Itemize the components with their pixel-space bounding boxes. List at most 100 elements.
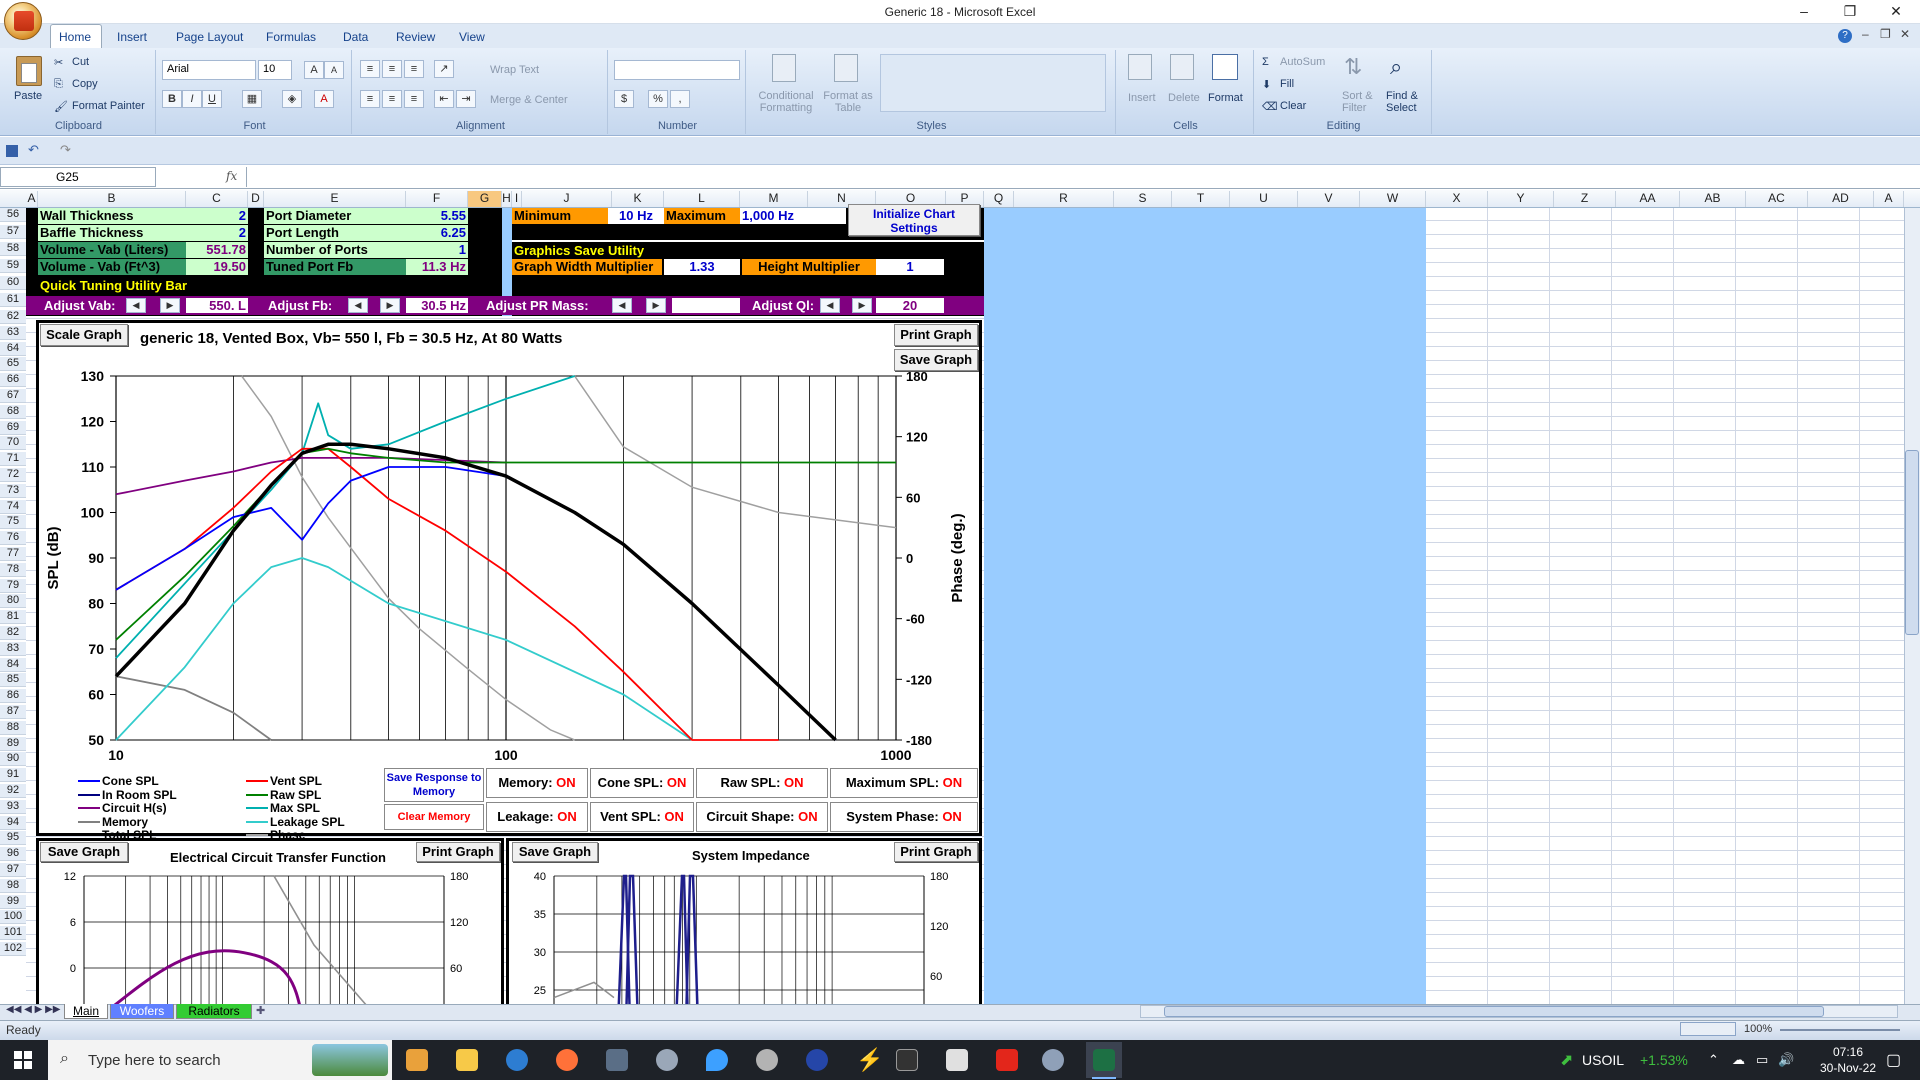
network-icon[interactable]: ▭	[1756, 1052, 1768, 1068]
column-header-y[interactable]: Y	[1488, 191, 1554, 207]
column-header-a[interactable]: A	[1874, 191, 1904, 207]
cut-icon[interactable]: ✂	[54, 56, 63, 69]
row-header[interactable]: 69	[0, 420, 26, 435]
column-header-aa[interactable]: AA	[1616, 191, 1680, 207]
volume-icon[interactable]: 🔊	[1778, 1052, 1794, 1068]
row-header[interactable]: 71	[0, 452, 26, 467]
toggle-button[interactable]: Leakage: ON	[486, 802, 588, 832]
notification-icon[interactable]: ▢	[1886, 1050, 1901, 1070]
column-header-z[interactable]: Z	[1554, 191, 1616, 207]
clock-date[interactable]: 30-Nov-22	[1812, 1061, 1884, 1075]
fb-left-arrow-icon[interactable]: ◀	[348, 298, 368, 313]
column-header-d[interactable]: D	[248, 191, 264, 207]
port-length-value[interactable]: 6.25	[406, 225, 468, 241]
clock-time[interactable]: 07:16	[1818, 1045, 1878, 1059]
row-header[interactable]: 60	[0, 276, 26, 290]
format-icon[interactable]	[1212, 54, 1238, 80]
borders-icon[interactable]: ▦	[242, 90, 262, 108]
toggle-button[interactable]: Circuit Shape: ON	[696, 802, 828, 832]
imp-save-button[interactable]: Save Graph	[512, 842, 598, 862]
format-as-table-icon[interactable]	[834, 54, 858, 82]
row-header[interactable]: 101	[0, 926, 26, 941]
fill-button[interactable]: Fill	[1280, 78, 1294, 90]
align-right-icon[interactable]: ≡	[404, 90, 424, 108]
firefox-icon[interactable]	[556, 1049, 578, 1071]
autosum-button[interactable]: AutoSum	[1280, 56, 1325, 68]
column-header-q[interactable]: Q	[984, 191, 1014, 207]
row-header[interactable]: 91	[0, 768, 26, 783]
row-header[interactable]: 87	[0, 705, 26, 719]
ect-save-button[interactable]: Save Graph	[40, 842, 128, 862]
column-header-b[interactable]: B	[38, 191, 186, 207]
file-explorer-icon[interactable]	[456, 1049, 478, 1071]
decrease-indent-icon[interactable]: ⇤	[434, 90, 454, 108]
column-header-w[interactable]: W	[1360, 191, 1426, 207]
cut-button[interactable]: Cut	[72, 56, 89, 68]
row-header[interactable]: 96	[0, 847, 26, 862]
pr-left-arrow-icon[interactable]: ◀	[612, 298, 632, 313]
column-header-ab[interactable]: AB	[1680, 191, 1746, 207]
column-header-l[interactable]: L	[664, 191, 740, 207]
name-box[interactable]: G25	[0, 167, 156, 187]
tab-formulas[interactable]: Formulas	[266, 30, 316, 44]
toggle-button[interactable]: Cone SPL: ON	[590, 768, 694, 798]
row-header[interactable]: 64	[0, 341, 26, 356]
row-header[interactable]: 57	[0, 225, 26, 239]
tab-page-layout[interactable]: Page Layout	[176, 30, 243, 44]
tab-data[interactable]: Data	[343, 30, 368, 44]
clear-memory-button[interactable]: Clear Memory	[384, 804, 484, 830]
column-header-ad[interactable]: AD	[1808, 191, 1874, 207]
minimize-icon[interactable]: –	[1784, 3, 1824, 19]
conditional-formatting-button[interactable]: Conditional Formatting	[756, 90, 816, 114]
toggle-button[interactable]: Memory: ON	[486, 768, 588, 798]
save-response-button[interactable]: Save Response to Memory	[384, 768, 484, 802]
ect-print-button[interactable]: Print Graph	[416, 842, 500, 862]
row-header[interactable]: 72	[0, 468, 26, 482]
row-header[interactable]: 68	[0, 404, 26, 419]
copy-icon[interactable]: ⎘	[54, 78, 63, 91]
sort-filter-button[interactable]: Sort & Filter	[1342, 90, 1378, 114]
row-header[interactable]: 89	[0, 736, 26, 751]
height-mult-value[interactable]: 1	[876, 259, 944, 275]
print-graph-button[interactable]: Print Graph	[894, 324, 978, 346]
formula-input[interactable]	[246, 167, 1904, 187]
row-header[interactable]: 83	[0, 641, 26, 656]
app-icon-1[interactable]	[656, 1049, 678, 1071]
conditional-formatting-icon[interactable]	[772, 54, 796, 82]
wall-thickness-value[interactable]: 2	[186, 208, 248, 224]
tab-home[interactable]: Home	[59, 30, 91, 44]
row-header[interactable]: 98	[0, 878, 26, 893]
column-header-m[interactable]: M	[740, 191, 808, 207]
sheet-tab-woofers[interactable]: Woofers	[110, 1004, 174, 1019]
view-buttons[interactable]	[1680, 1022, 1736, 1036]
column-header-x[interactable]: X	[1426, 191, 1488, 207]
toggle-button[interactable]: Maximum SPL: ON	[830, 768, 978, 798]
column-header-h[interactable]: H	[502, 191, 512, 207]
align-center-icon[interactable]: ≡	[382, 90, 402, 108]
imp-print-button[interactable]: Print Graph	[894, 842, 978, 862]
column-header-i[interactable]: I	[512, 191, 522, 207]
port-diameter-value[interactable]: 5.55	[406, 208, 468, 224]
sort-filter-icon[interactable]: ⇅	[1344, 54, 1362, 80]
bolt-icon[interactable]: ⚡	[856, 1049, 883, 1071]
column-header-v[interactable]: V	[1298, 191, 1360, 207]
column-header-f[interactable]: F	[406, 191, 468, 207]
windows-start-icon[interactable]	[14, 1051, 32, 1069]
vertical-scroll-thumb[interactable]	[1905, 450, 1919, 635]
row-header[interactable]: 95	[0, 831, 26, 846]
horizontal-scroll-thumb[interactable]	[1164, 1006, 1824, 1017]
row-header[interactable]: 61	[0, 293, 26, 307]
autosum-icon[interactable]: Σ	[1262, 56, 1269, 68]
row-header[interactable]: 99	[0, 894, 26, 909]
format-painter-icon[interactable]: 🖌	[54, 100, 68, 113]
align-bottom-icon[interactable]: ≡	[404, 60, 424, 78]
row-header[interactable]: 58	[0, 242, 26, 256]
pdf-icon[interactable]	[996, 1049, 1018, 1071]
row-header[interactable]: 74	[0, 499, 26, 514]
font-size-combo[interactable]: 10	[258, 60, 292, 80]
row-header[interactable]: 56	[0, 208, 26, 222]
column-header-ac[interactable]: AC	[1746, 191, 1808, 207]
font-name-combo[interactable]: Arial	[162, 60, 256, 80]
column-header-s[interactable]: S	[1114, 191, 1172, 207]
baffle-thickness-value[interactable]: 2	[186, 225, 248, 241]
